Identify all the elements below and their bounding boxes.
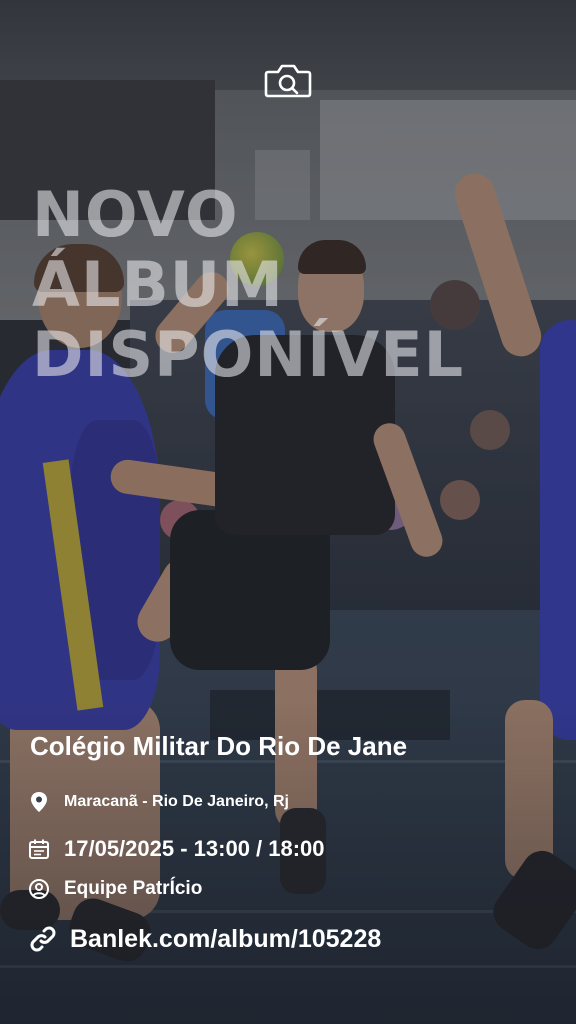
headline-line: ÁLBUM [32,248,284,321]
event-datetime-text: 17/05/2025 - 13:00 / 18:00 [64,836,325,861]
event-location: Maracanã - Rio De Janeiro, Rj [28,791,289,813]
album-poster: NOVO ÁLBUM DISPONÍVEL Colégio Militar Do… [0,0,576,1024]
event-team-text: Equipe PatrÍcio [64,878,203,899]
map-pin-icon [28,791,50,813]
headline-line: NOVO [32,178,239,251]
album-link[interactable]: Banlek.com/album/105228 [28,924,381,954]
album-link-text[interactable]: Banlek.com/album/105228 [70,925,381,954]
headline: NOVO ÁLBUM DISPONÍVEL [32,180,552,390]
link-icon [28,924,58,954]
calendar-icon [28,838,50,860]
event-datetime: 17/05/2025 - 13:00 / 18:00 [28,836,325,862]
user-circle-icon [28,878,50,900]
event-title: Colégio Militar Do Rio De Jane [30,731,408,761]
event-team: Equipe PatrÍcio [28,878,202,900]
event-location-text: Maracanã - Rio De Janeiro, Rj [64,793,289,810]
camera-icon [264,62,312,100]
headline-line: DISPONÍVEL [32,318,465,391]
